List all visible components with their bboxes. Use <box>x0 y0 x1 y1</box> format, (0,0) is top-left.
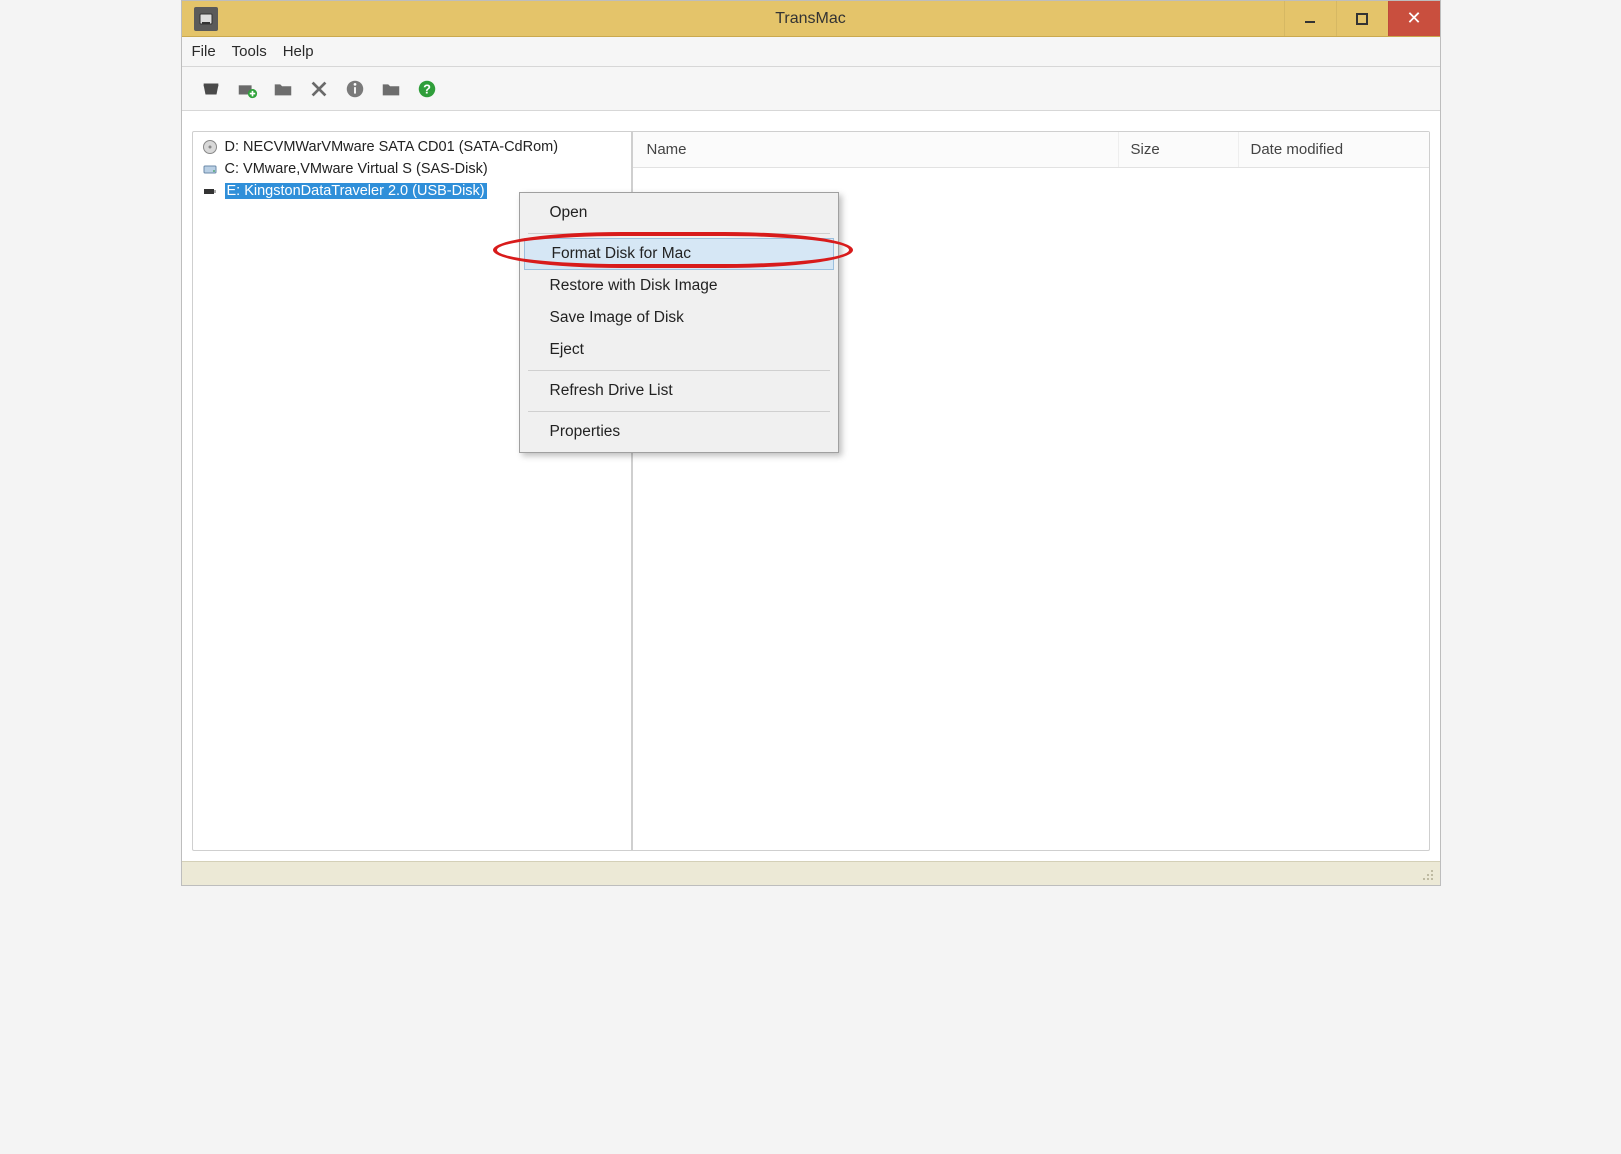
content-wrap: D: NECVMWarVMware SATA CD01 (SATA-CdRom)… <box>182 111 1440 861</box>
tree-item-label: D: NECVMWarVMware SATA CD01 (SATA-CdRom) <box>225 139 559 155</box>
delete-icon[interactable] <box>304 74 334 104</box>
tree-item-label: E: KingstonDataTraveler 2.0 (USB-Disk) <box>225 183 487 199</box>
ctx-separator <box>528 411 830 412</box>
window-title: TransMac <box>775 10 846 28</box>
info-icon[interactable] <box>340 74 370 104</box>
hdd-icon <box>201 160 219 178</box>
window-controls: ✕ <box>1284 1 1440 36</box>
titlebar: TransMac ✕ <box>182 1 1440 37</box>
ctx-open[interactable]: Open <box>522 197 836 229</box>
column-size[interactable]: Size <box>1119 132 1239 167</box>
maximize-button[interactable] <box>1336 1 1388 36</box>
close-button[interactable]: ✕ <box>1388 1 1440 36</box>
context-menu: Open Format Disk for Mac Restore with Di… <box>519 192 839 453</box>
column-name[interactable]: Name <box>633 132 1119 167</box>
minimize-button[interactable] <box>1284 1 1336 36</box>
column-date[interactable]: Date modified <box>1239 132 1429 167</box>
list-header: Name Size Date modified <box>633 132 1429 168</box>
resize-grip-icon[interactable] <box>1420 867 1434 881</box>
usb-icon <box>201 182 219 200</box>
folder2-icon[interactable] <box>376 74 406 104</box>
menu-file[interactable]: File <box>192 43 216 60</box>
ctx-eject[interactable]: Eject <box>522 334 836 366</box>
menu-help[interactable]: Help <box>283 43 314 60</box>
tree-item-d-drive[interactable]: D: NECVMWarVMware SATA CD01 (SATA-CdRom) <box>199 136 625 158</box>
open-drive-icon[interactable] <box>196 74 226 104</box>
tree-item-c-drive[interactable]: C: VMware,VMware Virtual S (SAS-Disk) <box>199 158 625 180</box>
ctx-separator <box>528 233 830 234</box>
tree-item-label: C: VMware,VMware Virtual S (SAS-Disk) <box>225 161 488 177</box>
ctx-refresh-drive-list[interactable]: Refresh Drive List <box>522 375 836 407</box>
folder-icon[interactable] <box>268 74 298 104</box>
ctx-separator <box>528 370 830 371</box>
toolbar: ? <box>182 67 1440 111</box>
content-area: D: NECVMWarVMware SATA CD01 (SATA-CdRom)… <box>192 131 1430 851</box>
ctx-restore-with-disk-image[interactable]: Restore with Disk Image <box>522 270 836 302</box>
menubar: File Tools Help <box>182 37 1440 67</box>
menu-tools[interactable]: Tools <box>232 43 267 60</box>
help-icon[interactable]: ? <box>412 74 442 104</box>
app-window: TransMac ✕ File Tools Help <box>181 0 1441 886</box>
add-drive-icon[interactable] <box>232 74 262 104</box>
app-icon <box>194 7 218 31</box>
ctx-format-disk-for-mac[interactable]: Format Disk for Mac <box>524 238 834 270</box>
ctx-properties[interactable]: Properties <box>522 416 836 448</box>
disc-icon <box>201 138 219 156</box>
ctx-save-image-of-disk[interactable]: Save Image of Disk <box>522 302 836 334</box>
svg-text:?: ? <box>423 81 431 96</box>
statusbar <box>182 861 1440 885</box>
